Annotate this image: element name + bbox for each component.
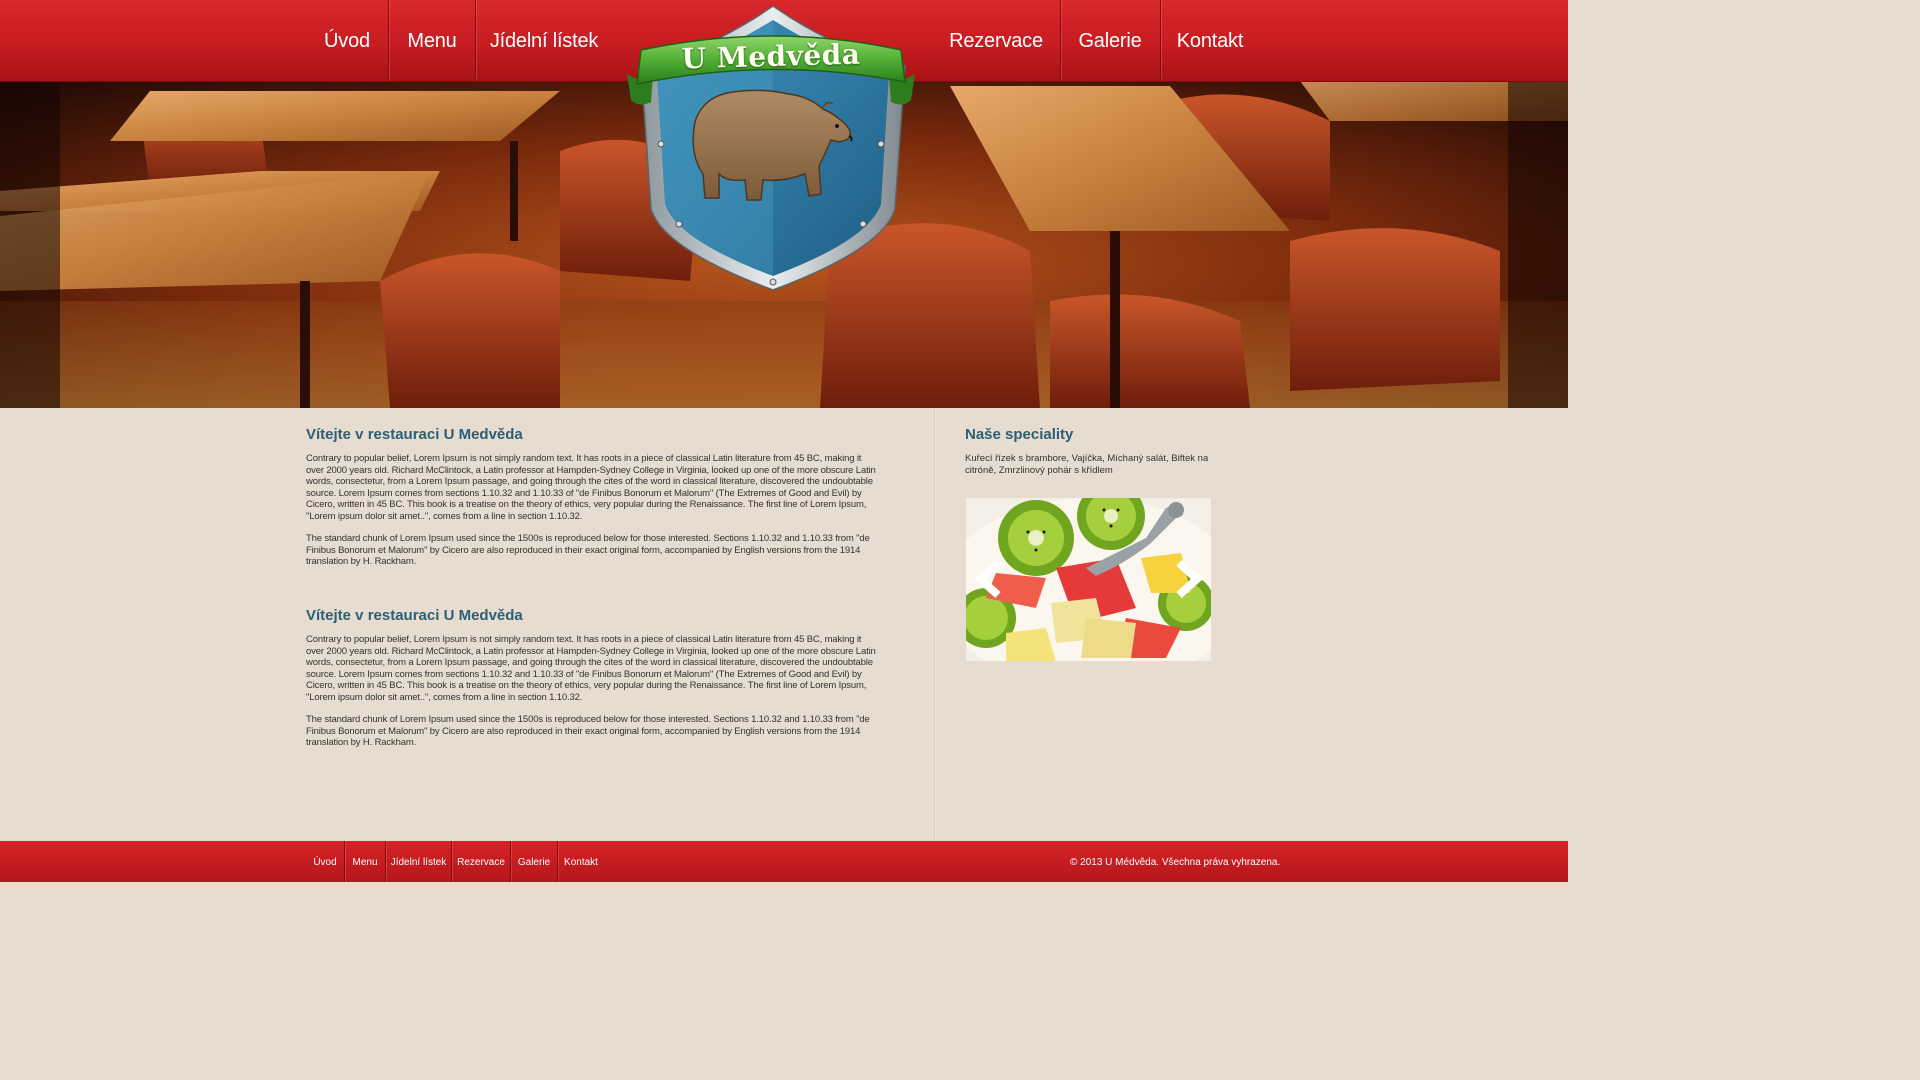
chevron-left-icon (973, 560, 1001, 598)
section-title: Vítejte v restauraci U Medvěda (306, 607, 523, 624)
chevron-right-icon (1176, 560, 1204, 598)
sidebar-divider (934, 408, 936, 841)
slider-prev-button[interactable] (970, 559, 1010, 599)
nav-item-jidelni-listek[interactable]: Jídelní lístek (477, 0, 611, 81)
nav-item-galerie[interactable]: Galerie (1062, 0, 1158, 81)
footer-divider (451, 841, 452, 882)
sidebar-text: Kuřecí řízek s brambore, Vajíčka, Míchan… (965, 453, 1209, 476)
specialities-slider[interactable] (966, 498, 1211, 661)
footer-nav-rezervace[interactable]: Rezervace (453, 841, 509, 882)
slider-next-button[interactable] (1167, 559, 1207, 599)
footer-nav-kontakt[interactable]: Kontakt (559, 841, 603, 882)
footer-nav-galerie[interactable]: Galerie (512, 841, 556, 882)
footer-nav-uvod[interactable]: Úvod (306, 841, 344, 882)
nav-divider (388, 0, 389, 81)
footer: Úvod Menu Jídelní lístek Rezervace Galer… (0, 841, 1568, 882)
footer-divider (557, 841, 558, 882)
footer-divider (510, 841, 511, 882)
nav-divider (1060, 0, 1061, 81)
logo-title: U Medvěda (681, 37, 861, 76)
footer-nav-menu[interactable]: Menu (346, 841, 384, 882)
section-paragraph: Contrary to popular belief, Lorem Ipsum … (306, 453, 876, 522)
footer-divider (344, 841, 345, 882)
section-paragraph: The standard chunk of Lorem Ipsum used s… (306, 714, 870, 748)
nav-item-menu[interactable]: Menu (390, 0, 474, 81)
section-paragraph: Contrary to popular belief, Lorem Ipsum … (306, 634, 876, 703)
nav-item-rezervace[interactable]: Rezervace (935, 0, 1057, 81)
nav-divider (475, 0, 476, 81)
section-title: Vítejte v restauraci U Medvěda (306, 426, 523, 443)
footer-divider (385, 841, 386, 882)
welcome-section: Vítejte v restauraci U Medvěda Contrary … (306, 426, 876, 568)
nav-divider (1160, 0, 1161, 81)
nav-item-kontakt[interactable]: Kontakt (1162, 0, 1258, 81)
footer-nav-jidelni-listek[interactable]: Jídelní lístek (387, 841, 450, 882)
footer-copyright: © 2013 U Médvěda. Všechna práva vyhrazen… (1070, 857, 1281, 868)
sidebar-title: Naše speciality (965, 426, 1074, 443)
logo-bear-shield[interactable]: U Medvěda (623, 4, 919, 292)
section-paragraph: The standard chunk of Lorem Ipsum used s… (306, 533, 870, 567)
nav-item-uvod[interactable]: Úvod (306, 0, 388, 81)
sidebar-specialities: Naše speciality Kuřecí řízek s brambore,… (965, 408, 1215, 476)
welcome-section: Vítejte v restauraci U Medvěda Contrary … (306, 607, 876, 749)
